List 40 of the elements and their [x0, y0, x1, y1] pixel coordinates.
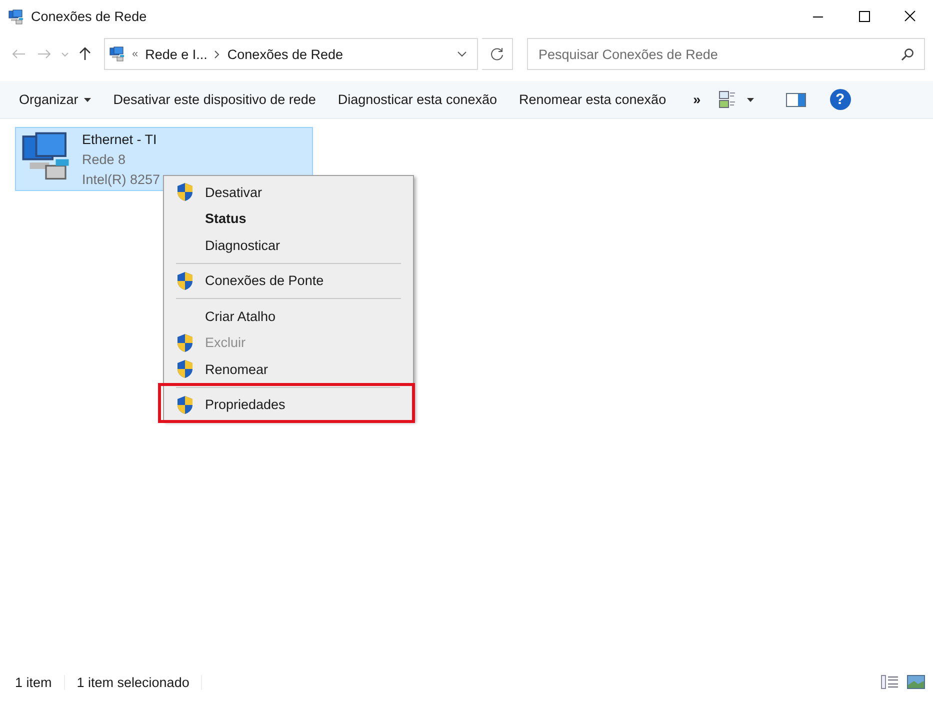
menu-item[interactable]: Criar Atalho: [166, 294, 411, 330]
network-icon: [8, 8, 24, 24]
toolbar-button[interactable]: Desativar este dispositivo de rede: [102, 84, 327, 114]
preview-pane-icon[interactable]: [786, 92, 806, 106]
menu-item[interactable]: Propriedades: [166, 386, 410, 418]
menu-item[interactable]: Conexões de Ponte: [166, 258, 411, 294]
caret-icon[interactable]: [746, 98, 754, 102]
menu-item[interactable]: Diagnosticar: [166, 232, 411, 258]
up-arrow-icon[interactable]: [79, 47, 92, 61]
search-field[interactable]: Pesquisar Conexões de Rede: [527, 38, 925, 70]
toolbar-button[interactable]: Renomear esta conexão: [508, 84, 678, 114]
refresh-icon[interactable]: [490, 47, 504, 61]
view-options-icon[interactable]: [718, 90, 735, 108]
adapter-name: Intel(R) 8257: [82, 171, 160, 189]
caret-icon: [84, 98, 92, 102]
search-icon: [901, 48, 914, 61]
breadcrumb[interactable]: Conexões de Rede: [227, 46, 344, 62]
toolbar-button[interactable]: Organizar: [8, 84, 102, 114]
menu-item[interactable]: Status: [166, 206, 411, 232]
network-name: Rede 8: [82, 151, 127, 169]
overflow-chevron[interactable]: «: [132, 48, 138, 60]
status-text: 1 item selecionado: [76, 674, 202, 690]
status-text: 1 item: [15, 674, 65, 690]
help-button[interactable]: ?: [830, 89, 851, 110]
shield-icon: [176, 359, 194, 380]
connection-name: Ethernet - TI: [82, 131, 158, 149]
network-adapter-icon: [20, 130, 72, 182]
details-view-icon[interactable]: [881, 675, 899, 689]
address-bar[interactable]: « Rede e I... Conexões de Rede: [104, 38, 478, 70]
window-title: Conexões de Rede: [31, 9, 147, 24]
breadcrumb[interactable]: Rede e I...: [145, 46, 208, 62]
network-icon: [109, 46, 125, 62]
shield-icon: [176, 394, 194, 415]
shield-icon: [176, 270, 194, 291]
menu-item[interactable]: Renomear: [166, 356, 411, 382]
shield-icon: [176, 182, 194, 202]
toolbar-button[interactable]: Diagnosticar esta conexão: [326, 84, 508, 114]
more-button[interactable]: »: [677, 84, 713, 114]
chevron-icon: [214, 50, 220, 58]
shield-icon: [176, 332, 194, 353]
